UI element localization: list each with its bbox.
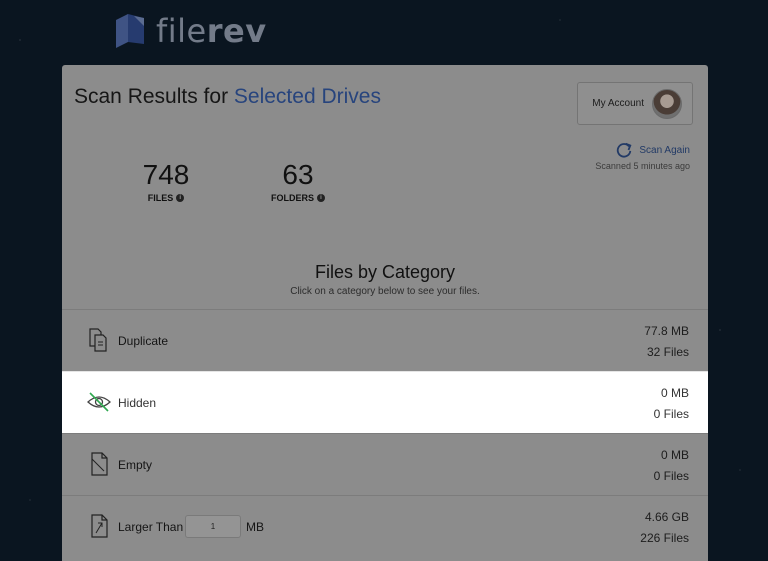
category-list: Duplicate 77.8 MB 32 Files Hidden 0 MB 0… [62, 309, 708, 557]
category-count: 0 Files [653, 407, 689, 421]
category-size: 77.8 MB [644, 324, 689, 338]
hidden-eye-icon [87, 392, 111, 412]
duplicate-file-icon [89, 328, 107, 352]
section-title: Files by Category [314, 262, 456, 282]
info-icon[interactable]: i [176, 194, 185, 202]
refresh-icon [617, 142, 632, 158]
my-account-button[interactable]: My Account [577, 82, 693, 125]
scanned-timestamp: Scanned 5 minutes ago [595, 161, 690, 171]
scan-again-button[interactable]: Scan Again [615, 141, 690, 159]
brand-name: filerev [156, 12, 267, 50]
my-account-label: My Account [592, 98, 644, 109]
category-name: Larger Than [118, 519, 184, 534]
files-count: 748 [142, 159, 190, 190]
size-unit-label: MB [246, 519, 264, 534]
scan-results-card: Scan Results for Selected Drives My Acco… [62, 65, 708, 561]
brand-logo: filerev [114, 12, 267, 50]
section-subtitle: Click on a category below to see your fi… [290, 286, 480, 297]
category-row-empty[interactable]: Empty 0 MB 0 Files [62, 433, 708, 495]
category-row-duplicate[interactable]: Duplicate 77.8 MB 32 Files [62, 309, 708, 371]
category-count: 32 Files [646, 345, 689, 359]
folders-count: 63 [282, 159, 314, 190]
files-label: FILES [147, 193, 174, 203]
avatar [652, 88, 682, 119]
category-count: 226 Files [640, 531, 689, 545]
size-threshold-input[interactable]: 1 [185, 515, 241, 538]
category-row-larger-than[interactable]: Larger Than 1 MB 4.66 GB 226 Files [62, 495, 708, 557]
category-name: Empty [118, 457, 153, 472]
category-row-hidden[interactable]: Hidden 0 MB 0 Files [62, 371, 708, 433]
large-file-icon [91, 514, 108, 538]
empty-file-icon [91, 452, 108, 476]
category-name: Hidden [118, 395, 157, 410]
filerev-logo-icon [116, 14, 144, 48]
category-count: 0 Files [653, 469, 689, 483]
category-name: Duplicate [118, 333, 169, 348]
scan-again-label: Scan Again [639, 144, 690, 156]
info-icon[interactable]: i [317, 194, 325, 202]
files-stat: 748 FILES i [130, 159, 202, 204]
category-size: 0 MB [660, 386, 689, 400]
category-size: 4.66 GB [644, 510, 689, 524]
folders-label: FOLDERS [270, 193, 314, 203]
folders-stat: 63 FOLDERS i [260, 161, 336, 203]
page-title: Scan Results for Selected Drives [74, 85, 381, 108]
category-size: 0 MB [660, 448, 689, 462]
